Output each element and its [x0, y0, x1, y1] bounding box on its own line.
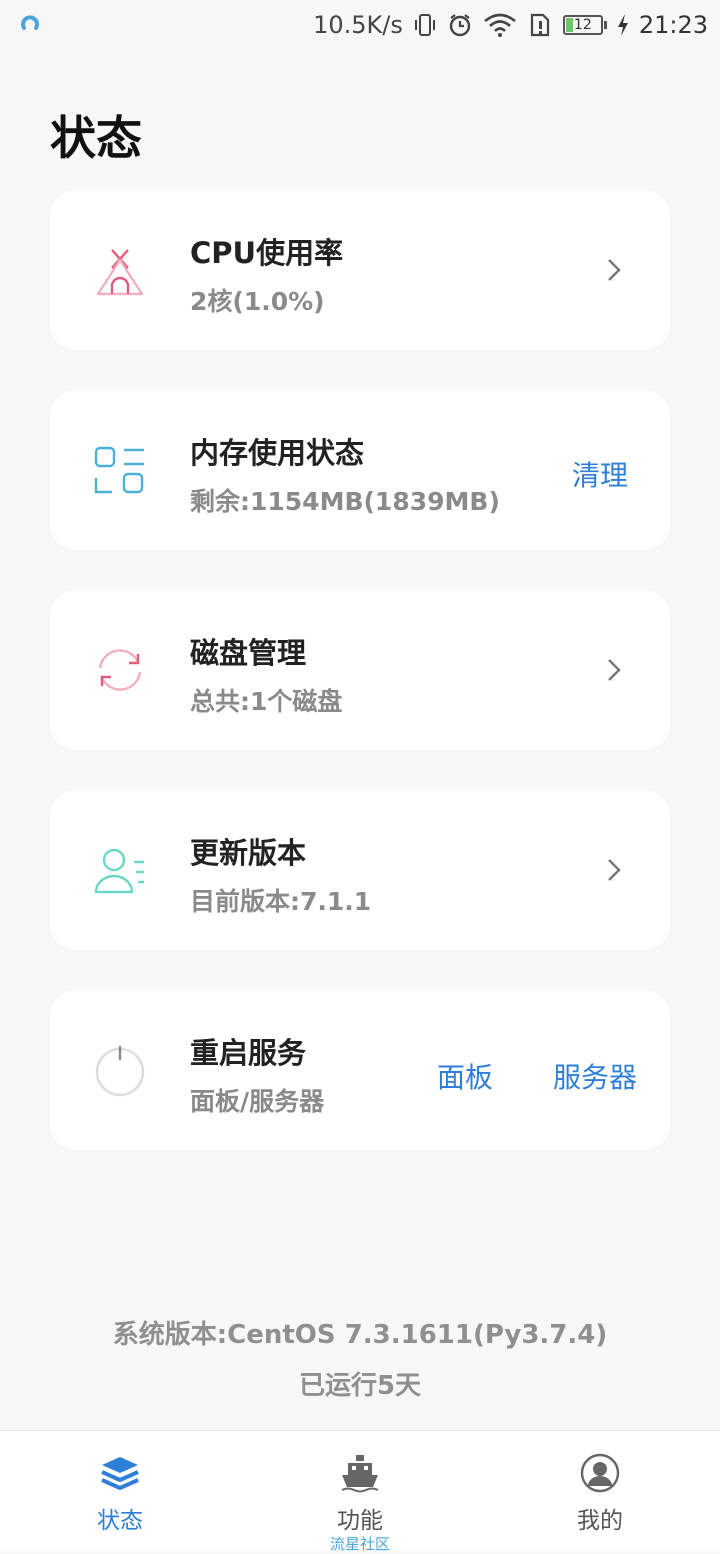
cpu-usage-card[interactable]: CPU使用率 2核(1.0%)	[50, 190, 670, 350]
card-title: CPU使用率	[190, 236, 344, 270]
card-subtitle: 目前版本:7.1.1	[190, 887, 372, 916]
card-subtitle: 剩余:1154MB(1839MB)	[190, 487, 500, 516]
card-subtitle: 2核(1.0%)	[190, 287, 325, 316]
card-title: 更新版本	[190, 836, 307, 870]
update-version-card[interactable]: 更新版本 目前版本:7.1.1	[50, 790, 670, 950]
chevron-right-icon	[608, 659, 621, 681]
chevron-right-icon	[608, 259, 621, 281]
memory-status-card: 内存使用状态 剩余:1154MB(1839MB) 清理	[50, 390, 670, 550]
restart-service-card: 重启服务 面板/服务器 面板 服务器	[50, 990, 670, 1150]
battery-indicator: 12	[562, 15, 607, 35]
card-subtitle: 面板/服务器	[190, 1087, 325, 1116]
card-title: 重启服务	[190, 1036, 307, 1070]
system-version: 系统版本:CentOS 7.3.1611(Py3.7.4)	[112, 1320, 608, 1350]
net-speed: 10.5K/s	[313, 11, 403, 39]
vibrate-icon	[414, 14, 435, 36]
wifi-icon	[484, 13, 516, 37]
card-title: 磁盘管理	[190, 636, 307, 670]
app-notification-icon	[21, 15, 39, 30]
refresh-cycle-icon	[98, 649, 142, 691]
card-subtitle: 总共:1个磁盘	[190, 687, 343, 716]
apps-grid-icon	[94, 446, 144, 494]
charging-icon	[617, 14, 628, 36]
power-icon	[95, 1046, 145, 1097]
card-title: 内存使用状态	[190, 436, 365, 470]
page-title: 状态	[50, 111, 142, 165]
status-bar: 10.5K/s 12 21:23	[0, 0, 720, 50]
layers-icon	[101, 1457, 139, 1490]
disk-management-card[interactable]: 磁盘管理 总共:1个磁盘	[50, 590, 670, 750]
restart-panel-button[interactable]: 面板	[437, 1056, 493, 1096]
uptime: 已运行5天	[298, 1371, 422, 1401]
user-list-icon	[94, 848, 144, 894]
clock: 21:23	[638, 11, 708, 39]
tab-label: 功能	[337, 1508, 383, 1534]
tab-label: 我的	[577, 1508, 623, 1534]
community-label: 流星社区	[329, 1535, 390, 1553]
tab-functions[interactable]: 功能 流星社区	[240, 1431, 480, 1553]
tab-mine[interactable]: 我的	[480, 1431, 720, 1551]
restart-server-button[interactable]: 服务器	[553, 1056, 637, 1096]
chevron-right-icon	[608, 859, 621, 881]
status-indicators: 10.5K/s 12 21:23	[313, 8, 708, 42]
user-avatar-icon	[580, 1453, 620, 1493]
tab-label: 状态	[97, 1508, 143, 1534]
clean-memory-button[interactable]: 清理	[572, 454, 628, 494]
alarm-icon	[449, 14, 471, 37]
ship-icon	[341, 1455, 379, 1493]
bottom-tab-bar: 状态 功能 流星社区 我的	[0, 1430, 720, 1553]
tab-status[interactable]: 状态	[0, 1431, 240, 1551]
sim-warning-icon	[530, 13, 549, 37]
battery-level: 12	[573, 17, 592, 33]
tent-icon	[96, 249, 144, 296]
